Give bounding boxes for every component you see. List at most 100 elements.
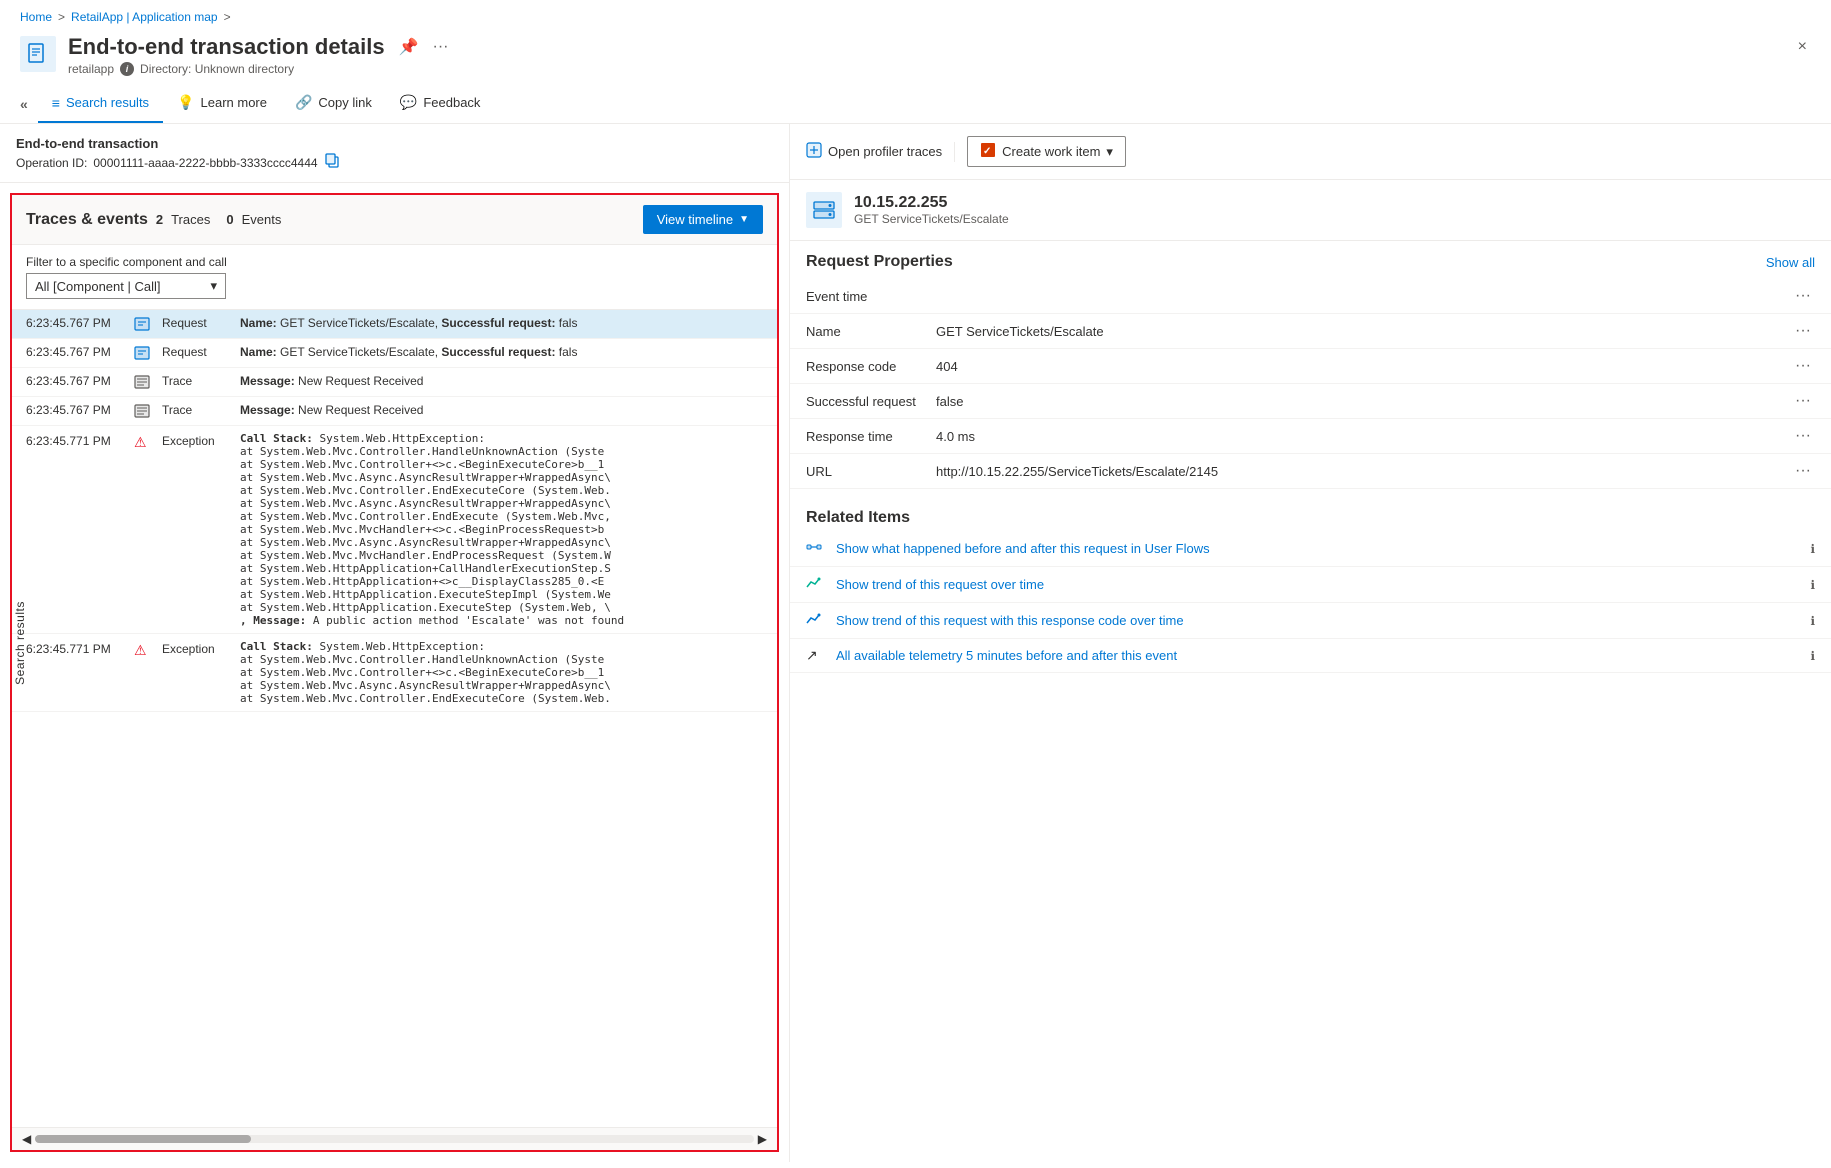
property-name[interactable]: Name GET ServiceTickets/Escalate ··· bbox=[790, 314, 1831, 349]
property-more-button[interactable]: ··· bbox=[1791, 357, 1815, 375]
create-work-item-label: Create work item bbox=[1002, 144, 1100, 159]
show-all-button[interactable]: Show all bbox=[1766, 255, 1815, 270]
property-event-time[interactable]: Event time ··· bbox=[790, 279, 1831, 314]
related-item-text: All available telemetry 5 minutes before… bbox=[836, 648, 1800, 663]
info-circle-icon: ℹ bbox=[1810, 578, 1815, 592]
close-button[interactable]: × bbox=[1794, 34, 1811, 60]
property-response-code[interactable]: Response code 404 ··· bbox=[790, 349, 1831, 384]
tab-learn-more[interactable]: 💡 Learn more bbox=[163, 84, 281, 123]
user-flows-icon bbox=[806, 539, 826, 558]
property-more-button[interactable]: ··· bbox=[1791, 462, 1815, 480]
create-work-item-button[interactable]: ✓ Create work item ▾ bbox=[967, 136, 1126, 167]
breadcrumb-home[interactable]: Home bbox=[20, 10, 52, 24]
property-actions: ··· bbox=[1791, 462, 1815, 480]
left-panel: Search results End-to-end transaction Op… bbox=[0, 124, 790, 1162]
more-options-button[interactable]: ··· bbox=[429, 36, 453, 58]
toolbar-separator bbox=[954, 142, 955, 162]
event-content: Call Stack: System.Web.HttpException: at… bbox=[240, 432, 763, 627]
copy-operation-id-button[interactable] bbox=[324, 153, 340, 172]
property-successful-request[interactable]: Successful request false ··· bbox=[790, 384, 1831, 419]
breadcrumb: Home > RetailApp | Application map > bbox=[0, 0, 1831, 30]
page-title-actions: 📌 ··· bbox=[395, 35, 453, 59]
main-content: Search results End-to-end transaction Op… bbox=[0, 124, 1831, 1162]
tab-feedback[interactable]: 💬 Feedback bbox=[386, 84, 495, 123]
tab-copy-link-label: Copy link bbox=[318, 95, 371, 110]
filter-area: Filter to a specific component and call … bbox=[12, 245, 777, 310]
property-more-button[interactable]: ··· bbox=[1791, 322, 1815, 340]
related-item-trend-code[interactable]: Show trend of this request with this res… bbox=[790, 603, 1831, 639]
traces-title: Traces & events bbox=[26, 211, 148, 229]
event-row[interactable]: 6:23:45.767 PM Trace Message: New Reques… bbox=[12, 368, 777, 397]
related-item-user-flows[interactable]: Show what happened before and after this… bbox=[790, 531, 1831, 567]
filter-select[interactable]: All [Component | Call] ▾ bbox=[26, 273, 226, 299]
info-circle-icon: ℹ bbox=[1810, 614, 1815, 628]
event-row[interactable]: 6:23:45.767 PM Trace Message: New Reques… bbox=[12, 397, 777, 426]
subtitle-app: retailapp bbox=[68, 62, 114, 76]
exception-icon: ⚠ bbox=[134, 640, 154, 659]
property-label: Name bbox=[806, 324, 936, 339]
event-type: Trace bbox=[162, 403, 232, 417]
event-type: Trace bbox=[162, 374, 232, 388]
traces-panel: Traces & events 2 Traces 0 Events View t… bbox=[10, 193, 779, 1152]
page-subtitle: retailapp i Directory: Unknown directory bbox=[68, 62, 1782, 76]
property-url[interactable]: URL http://10.15.22.255/ServiceTickets/E… bbox=[790, 454, 1831, 489]
traces-header: Traces & events 2 Traces 0 Events View t… bbox=[12, 195, 777, 245]
event-content: Call Stack: System.Web.HttpException: at… bbox=[240, 640, 763, 705]
property-value: 4.0 ms bbox=[936, 429, 1791, 444]
related-item-trend[interactable]: Show trend of this request over time ℹ bbox=[790, 567, 1831, 603]
operation-id-label: Operation ID: bbox=[16, 156, 87, 170]
right-toolbar: Open profiler traces ✓ Create work item … bbox=[790, 124, 1831, 180]
tab-search-results-label: Search results bbox=[66, 95, 149, 110]
trace-icon bbox=[134, 403, 154, 419]
properties-list: Event time ··· Name GET ServiceTickets/E… bbox=[790, 279, 1831, 489]
event-time: 6:23:45.767 PM bbox=[26, 345, 126, 359]
tab-search-results[interactable]: ≡ Search results bbox=[38, 85, 163, 123]
property-response-time[interactable]: Response time 4.0 ms ··· bbox=[790, 419, 1831, 454]
chevron-down-icon: ▼ bbox=[739, 214, 749, 225]
transaction-id-row: Operation ID: 00001111-aaaa-2222-bbbb-33… bbox=[16, 153, 773, 172]
related-item-telemetry[interactable]: ↗ All available telemetry 5 minutes befo… bbox=[790, 639, 1831, 673]
traces-count: 2 bbox=[156, 212, 163, 227]
event-time: 6:23:45.767 PM bbox=[26, 403, 126, 417]
pin-button[interactable]: 📌 bbox=[395, 35, 423, 59]
property-value: 404 bbox=[936, 359, 1791, 374]
related-item-text: Show trend of this request with this res… bbox=[836, 613, 1800, 628]
page-title-text: End-to-end transaction details bbox=[68, 34, 385, 60]
related-items-title: Related Items bbox=[806, 509, 910, 527]
property-more-button[interactable]: ··· bbox=[1791, 287, 1815, 305]
tab-copy-link[interactable]: 🔗 Copy link bbox=[281, 84, 386, 123]
breadcrumb-retailapp[interactable]: RetailApp | Application map bbox=[71, 10, 218, 24]
event-row[interactable]: 6:23:45.771 PM ⚠ Exception Call Stack: S… bbox=[12, 426, 777, 634]
event-time: 6:23:45.767 PM bbox=[26, 374, 126, 388]
page-title-row: End-to-end transaction details 📌 ··· bbox=[68, 34, 1782, 60]
event-content: Message: New Request Received bbox=[240, 374, 763, 388]
server-details: 10.15.22.255 GET ServiceTickets/Escalate bbox=[854, 194, 1009, 226]
property-actions: ··· bbox=[1791, 427, 1815, 445]
scroll-left-button[interactable]: ◀ bbox=[22, 1132, 31, 1146]
related-items-section: Related Items Show what happened before … bbox=[790, 497, 1831, 673]
copy-link-icon: 🔗 bbox=[295, 94, 312, 111]
right-panel: Open profiler traces ✓ Create work item … bbox=[790, 124, 1831, 1162]
property-more-button[interactable]: ··· bbox=[1791, 427, 1815, 445]
request-properties-title: Request Properties bbox=[806, 253, 953, 271]
events-label: Events bbox=[242, 212, 282, 227]
traces-label: Traces bbox=[171, 212, 210, 227]
event-time: 6:23:45.771 PM bbox=[26, 640, 126, 656]
trend-code-icon bbox=[806, 611, 826, 630]
transaction-title: End-to-end transaction bbox=[16, 136, 773, 151]
svg-text:✓: ✓ bbox=[983, 146, 991, 157]
scroll-right-button[interactable]: ▶ bbox=[758, 1132, 767, 1146]
open-profiler-button[interactable]: Open profiler traces bbox=[806, 138, 942, 165]
event-row[interactable]: 6:23:45.771 PM ⚠ Exception Call Stack: S… bbox=[12, 634, 777, 712]
breadcrumb-sep2: > bbox=[224, 10, 231, 24]
property-more-button[interactable]: ··· bbox=[1791, 392, 1815, 410]
exception-icon: ⚠ bbox=[134, 432, 154, 451]
event-row[interactable]: 6:23:45.767 PM Request Name: GET Service… bbox=[12, 310, 777, 339]
collapse-button[interactable]: « bbox=[20, 88, 38, 120]
events-count: 0 bbox=[226, 212, 233, 227]
view-timeline-button[interactable]: View timeline ▼ bbox=[643, 205, 763, 234]
server-ip: 10.15.22.255 bbox=[854, 194, 1009, 212]
tab-bar: « ≡ Search results 💡 Learn more 🔗 Copy l… bbox=[0, 84, 1831, 124]
event-row[interactable]: 6:23:45.767 PM Request Name: GET Service… bbox=[12, 339, 777, 368]
subtitle-directory: Directory: Unknown directory bbox=[140, 62, 294, 76]
